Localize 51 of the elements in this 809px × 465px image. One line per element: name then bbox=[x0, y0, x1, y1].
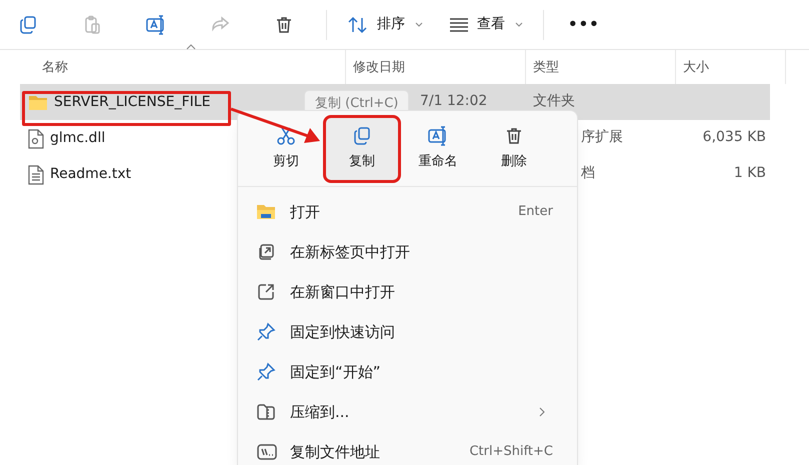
column-header[interactable]: 修改日期 bbox=[353, 58, 405, 78]
type-cell-text: 序扩展 bbox=[581, 128, 623, 147]
menu-item[interactable]: 固定到“开始” bbox=[244, 352, 571, 392]
text-file-icon bbox=[28, 164, 44, 184]
scissors-icon bbox=[276, 126, 296, 146]
menu-item[interactable]: 压缩到... bbox=[244, 392, 571, 432]
shortcut-label: Enter bbox=[518, 203, 553, 222]
menu-item[interactable]: 固定到快速访问 bbox=[244, 312, 571, 352]
copy-icon bbox=[18, 14, 38, 34]
file-name[interactable]: glmc.dll bbox=[50, 128, 106, 149]
dll-file-icon bbox=[28, 128, 44, 148]
column-header[interactable]: 类型 bbox=[533, 58, 559, 78]
folder-icon bbox=[28, 94, 48, 110]
shortcut-label: Ctrl+Shift+C bbox=[469, 443, 553, 462]
path-icon bbox=[256, 442, 278, 462]
copy-action[interactable]: 复制 bbox=[326, 118, 398, 180]
trash-icon bbox=[504, 126, 524, 146]
column-header[interactable]: 名称 bbox=[42, 58, 68, 78]
menu-item[interactable]: 在新标签页中打开 bbox=[244, 232, 571, 272]
caret-icon bbox=[415, 22, 423, 27]
delete-action[interactable]: 删除 bbox=[478, 118, 550, 180]
cut-action[interactable]: 剪切 bbox=[250, 118, 322, 180]
pin-icon bbox=[256, 362, 276, 382]
trash-icon bbox=[274, 14, 294, 34]
pin-icon bbox=[256, 322, 276, 342]
menu-item[interactable]: 复制文件地址 Ctrl+Shift+C bbox=[244, 432, 571, 465]
rename-icon bbox=[427, 126, 449, 146]
type-cell-text: 文件夹 bbox=[533, 92, 575, 111]
file-name[interactable]: Readme.txt bbox=[50, 164, 132, 185]
sort-button[interactable]: 排序 bbox=[341, 4, 429, 44]
folder-icon bbox=[256, 203, 276, 221]
zip-folder-icon bbox=[256, 402, 276, 422]
list-lines-icon bbox=[449, 16, 469, 32]
size-cell-text: 1 KB bbox=[734, 164, 766, 183]
size-cell-text: 6,035 KB bbox=[702, 128, 766, 147]
rename-action[interactable]: 重命名 bbox=[402, 118, 474, 180]
more-button[interactable]: ••• bbox=[558, 4, 610, 44]
copy-icon bbox=[352, 126, 372, 146]
new-window-icon bbox=[256, 282, 276, 302]
column-header[interactable]: 大小 bbox=[683, 58, 709, 78]
menu-item[interactable]: 在新窗口中打开 bbox=[244, 272, 571, 312]
chevron-icon bbox=[539, 407, 545, 417]
menu-item[interactable]: 打开 Enter bbox=[244, 192, 571, 232]
file-name[interactable]: SERVER_LICENSE_FILE bbox=[54, 92, 210, 113]
rename-icon bbox=[145, 14, 167, 34]
type-cell-text: 档 bbox=[581, 164, 595, 183]
date-cell-text: 7/1 12:02 bbox=[420, 92, 488, 111]
sort-caret-icon bbox=[186, 44, 196, 50]
caret-icon bbox=[515, 22, 523, 27]
view-button[interactable]: 查看 bbox=[443, 4, 529, 44]
sort-arrows-icon bbox=[347, 14, 369, 34]
